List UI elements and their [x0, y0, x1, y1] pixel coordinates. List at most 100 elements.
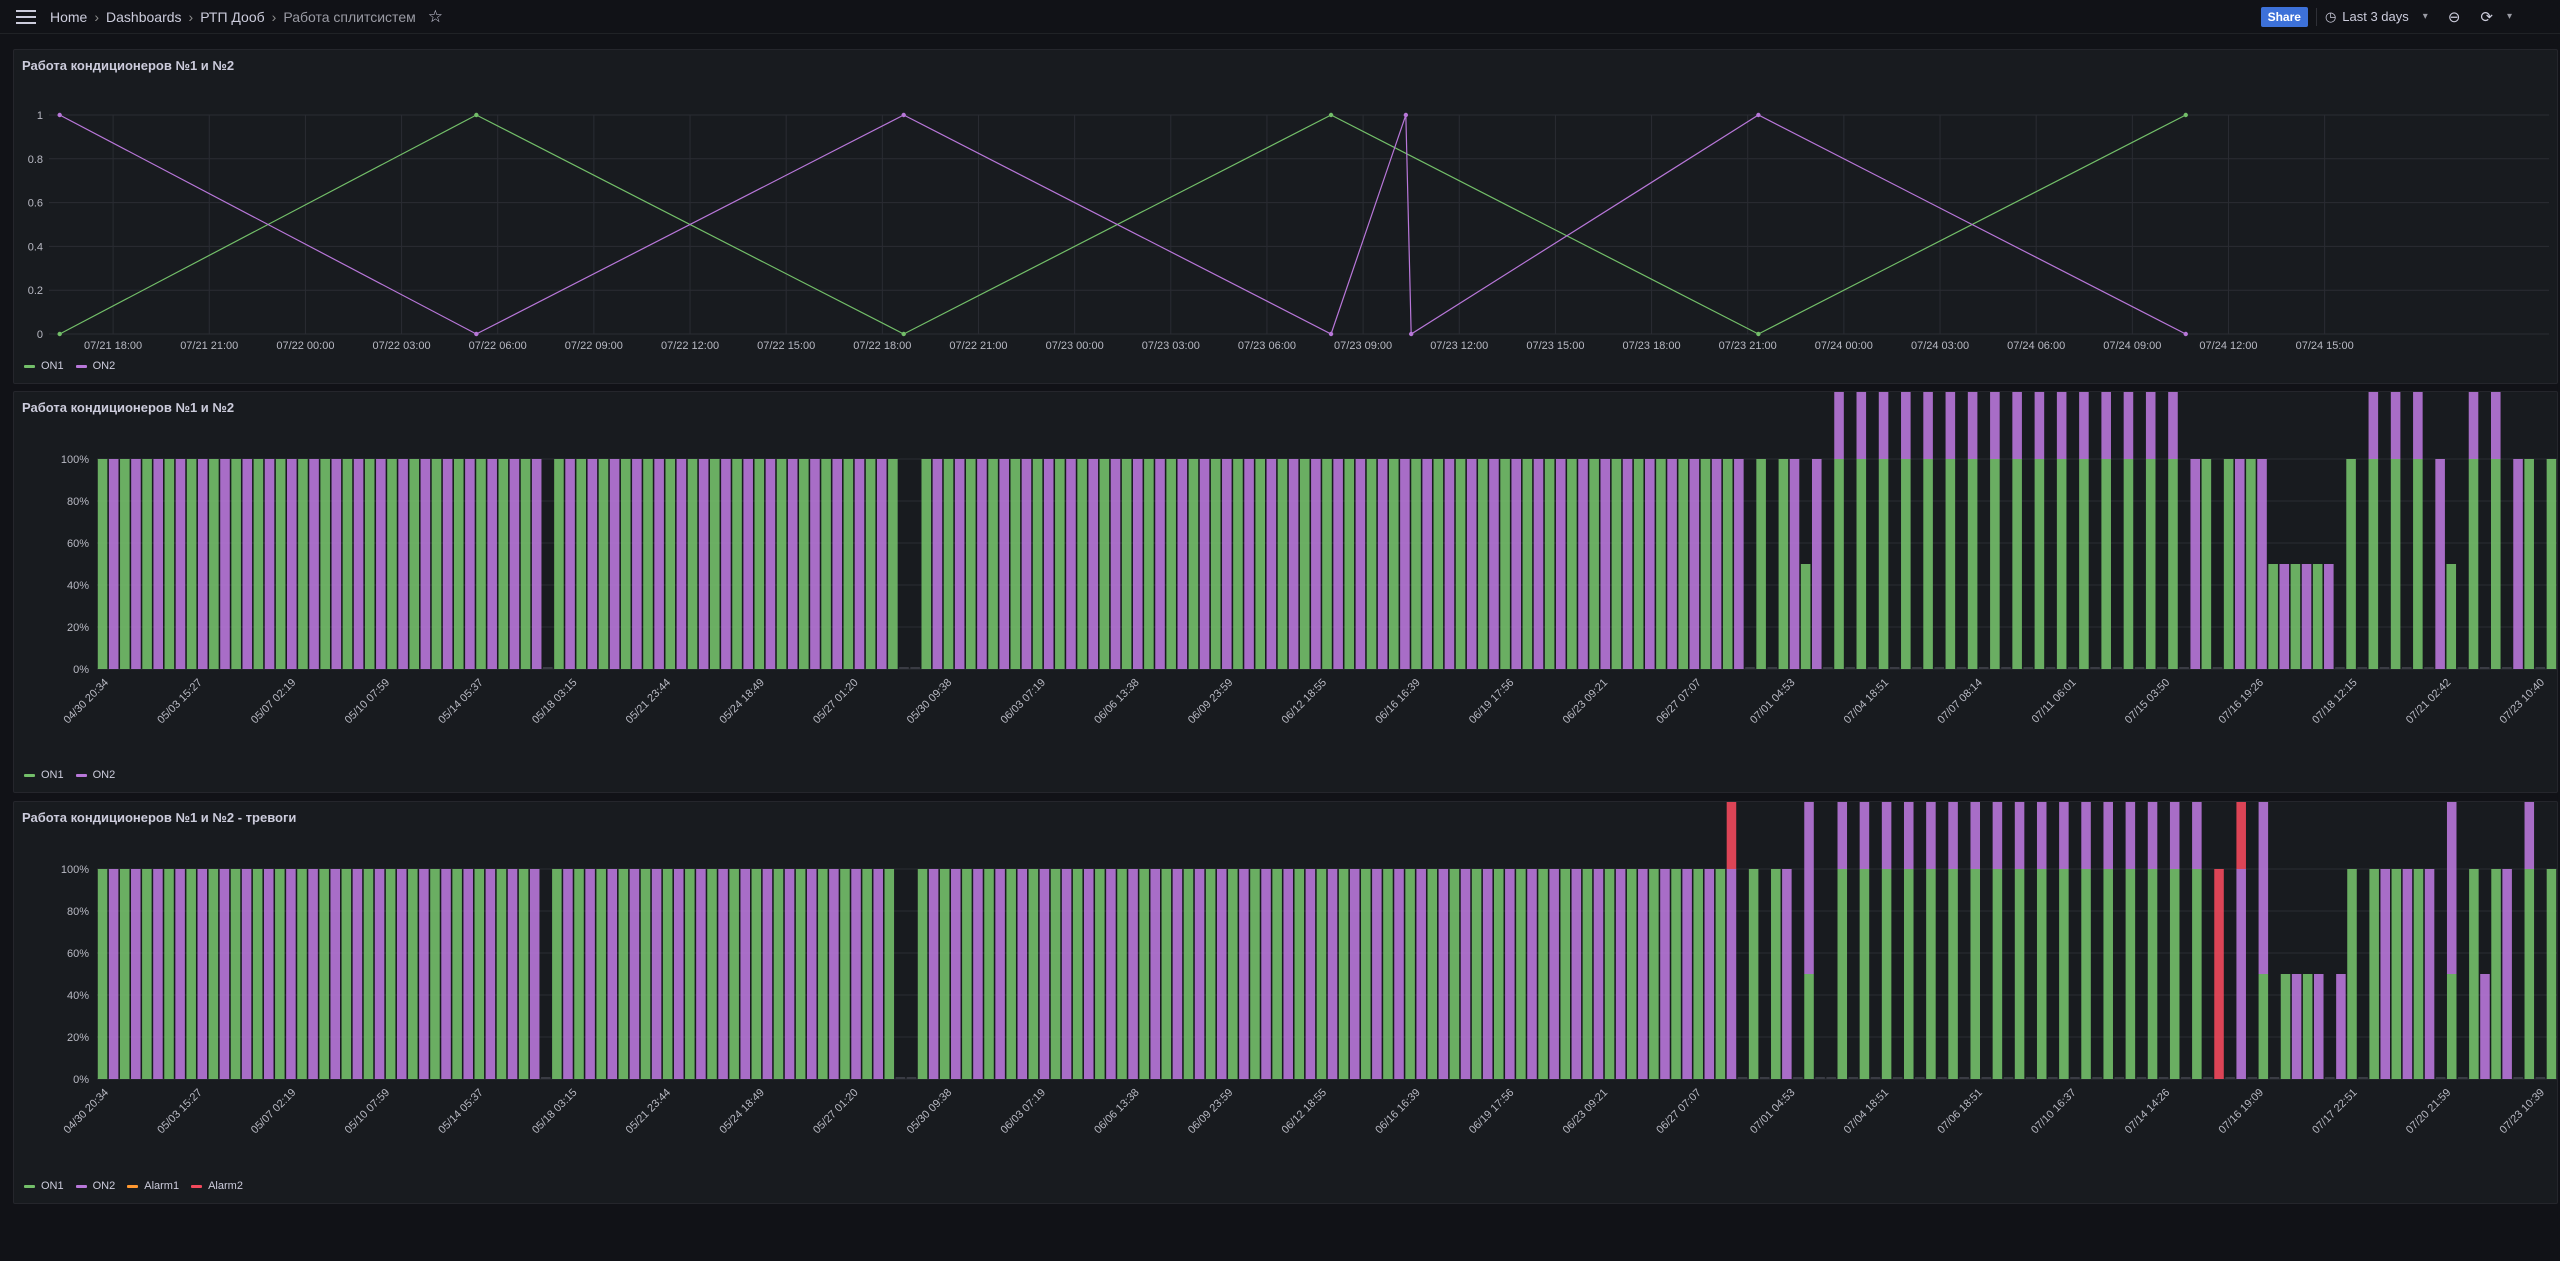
time-range-picker[interactable]: ◷ Last 3 days ▾: [2325, 9, 2428, 25]
bar-segment-on1: [1099, 459, 1110, 669]
data-point-on2: [901, 112, 906, 118]
x-tick-label: 07/11 06:01: [2030, 677, 2079, 726]
bar-segment-on1: [275, 869, 285, 1079]
bar-segment-on1: [1804, 974, 1814, 1079]
bar-segment-on2: [197, 869, 208, 1079]
breadcrumb-home[interactable]: Home: [50, 9, 87, 25]
bar-segment-on1: [966, 459, 976, 669]
data-point-on1: [2183, 112, 2188, 118]
x-tick-label: 05/24 18:49: [717, 677, 767, 727]
bar-segment-on2: [509, 459, 520, 669]
x-tick-label: 06/03 07:19: [998, 1087, 1048, 1137]
bar-segment-on2: [2324, 564, 2334, 669]
breadcrumb-dashboards[interactable]: Dashboards: [106, 9, 182, 25]
legend-item-alarm1[interactable]: Alarm1: [127, 1180, 179, 1192]
legend-item-on2[interactable]: ON2: [75, 1180, 115, 1192]
bar-segment-on2: [1394, 869, 1404, 1079]
bar-empty: [2225, 1077, 2235, 1079]
bar-segment-on1: [342, 459, 353, 669]
bar-segment-on1: [1903, 869, 1914, 1079]
x-tick-label: 07/04 18:51: [1842, 1087, 1892, 1137]
x-tick-label: 07/15 03:50: [2123, 677, 2173, 727]
legend-swatch: [24, 1184, 35, 1188]
bar-segment-on2: [487, 459, 497, 669]
bar-segment-on2: [1811, 459, 1822, 669]
bar-segment-on2: [1222, 459, 1232, 669]
legend-item-alarm2[interactable]: Alarm2: [191, 1180, 243, 1192]
bar-segment-on2: [465, 459, 475, 669]
x-tick-label: 06/23 09:21: [1561, 1087, 1611, 1137]
bar-segment-on2: [1549, 869, 1559, 1079]
stacked-bar-chart-alarms[interactable]: 0% 20% 40% 60% 80% 100% 04/30 20:34 05/03 15:27…: [14, 802, 2557, 1203]
star-icon[interactable]: ☆: [428, 7, 443, 27]
bar-segment-on2: [2125, 802, 2136, 869]
bar-segment-on2: [352, 869, 363, 1079]
x-tick-label: 07/23 06:00: [1238, 340, 1296, 352]
bar-empty: [2181, 1077, 2191, 1079]
legend-item-on2[interactable]: ON2: [75, 360, 115, 372]
bar-segment-on1: [574, 869, 584, 1079]
bar-segment-on2: [2368, 392, 2379, 459]
bar-segment-on1: [685, 869, 695, 1079]
bar-segment-on2: [197, 459, 208, 669]
bar-segment-on1: [862, 869, 872, 1079]
bar-segment-on2: [2103, 802, 2113, 869]
bar-empty: [2379, 667, 2390, 669]
bar-segment-on1: [1272, 869, 1282, 1079]
bar-segment-on2: [1239, 869, 1249, 1079]
refresh-icon[interactable]: ⟳: [2480, 8, 2493, 26]
bar-segment-on1: [2368, 459, 2379, 669]
bar-segment-on1: [2312, 564, 2323, 669]
bar-empty: [2048, 1077, 2058, 1079]
bar-segment-on2: [1834, 392, 1844, 459]
bar-segment-on1: [520, 459, 531, 669]
bar-segment-on2: [1377, 459, 1388, 669]
bar-segment-on2: [1088, 459, 1099, 669]
bar-segment-on1: [1516, 869, 1526, 1079]
legend-label: Alarm2: [208, 1180, 243, 1192]
share-button[interactable]: Share: [2260, 6, 2308, 27]
bar-segment-on2: [287, 459, 297, 669]
x-tick-label: 07/22 09:00: [565, 340, 623, 352]
legend-swatch: [24, 364, 35, 368]
legend-item-on1[interactable]: ON1: [24, 1180, 64, 1192]
bar-segment-on2: [1782, 869, 1792, 1079]
legend-item-on2[interactable]: ON2: [75, 769, 115, 781]
bar-empty: [2203, 1077, 2213, 1079]
legend-label: ON1: [41, 1180, 64, 1192]
line-chart[interactable]: 0 0.2 0.4 0.6 0.8 1 07/21 18:00 07/21 21:00 07/2…: [14, 50, 2557, 383]
bar-segment-on1: [598, 459, 609, 669]
bar-segment-on1: [795, 869, 806, 1079]
bar-segment-on2: [2034, 392, 2045, 459]
bar-segment-on1: [2223, 459, 2234, 669]
bar-segment-on2: [2258, 802, 2269, 974]
stacked-bar-chart[interactable]: 0% 20% 40% 60% 80% 100% 04/30 20:34 05/03 15:27…: [14, 392, 2557, 792]
y-tick-label: 60%: [67, 538, 89, 550]
bar-empty: [2112, 667, 2123, 669]
legend-item-on1[interactable]: ON1: [24, 360, 64, 372]
bar-segment-on2: [1923, 392, 1933, 459]
bar-empty: [2457, 667, 2468, 669]
bar-empty: [2158, 1077, 2169, 1079]
zoom-out-icon[interactable]: ⊖: [2448, 8, 2461, 26]
bar-segment-on1: [921, 459, 932, 669]
hamburger-menu-icon[interactable]: [16, 9, 36, 24]
bar-empty: [2435, 1077, 2446, 1079]
bar-empty: [1915, 1077, 1925, 1079]
bar-segment-on1: [2103, 869, 2113, 1079]
bar-segment-on1: [298, 459, 308, 669]
x-tick-label: 07/21 21:00: [180, 340, 238, 352]
refresh-interval-chevron-icon[interactable]: ▾: [2507, 11, 2512, 22]
breadcrumb-folder[interactable]: РТП Дооб: [200, 9, 264, 25]
bar-segment-on1: [2446, 564, 2457, 669]
bar-segment-on2: [2123, 392, 2134, 459]
legend-label: Alarm1: [144, 1180, 180, 1192]
bar-empty: [2003, 1077, 2014, 1079]
y-tick-label: 0.6: [28, 198, 43, 210]
bar-empty: [2357, 667, 2367, 669]
bar-segment-on1: [1449, 869, 1460, 1079]
series-line-on1: [59, 114, 2187, 335]
bar-empty: [2269, 1077, 2280, 1079]
data-point-on2: [57, 112, 62, 118]
legend-item-on1[interactable]: ON1: [24, 769, 64, 781]
